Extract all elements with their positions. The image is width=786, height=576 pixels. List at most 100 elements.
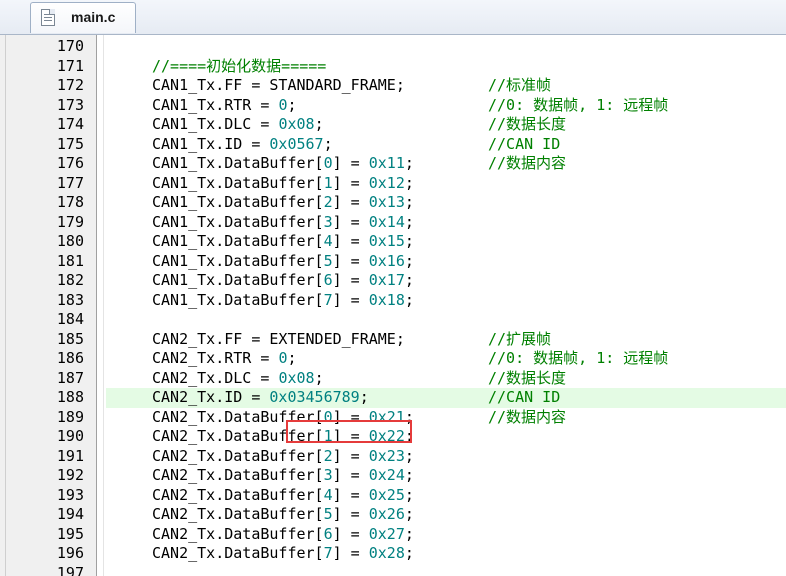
- code-line[interactable]: 190 CAN2_Tx.DataBuffer[1] = 0x22;: [0, 427, 786, 447]
- code-line[interactable]: 174 CAN1_Tx.DLC = 0x08; //数据长度: [0, 115, 786, 135]
- code-line[interactable]: 189 CAN2_Tx.DataBuffer[0] = 0x21; //数据内容: [0, 408, 786, 428]
- code-text: CAN2_Tx.FF = EXTENDED_FRAME;: [152, 330, 405, 350]
- code-line[interactable]: 181 CAN1_Tx.DataBuffer[5] = 0x16;: [0, 252, 786, 272]
- code-token: ] =: [332, 193, 369, 211]
- code-line[interactable]: 193 CAN2_Tx.DataBuffer[4] = 0x25;: [0, 486, 786, 506]
- code-line[interactable]: 178 CAN1_Tx.DataBuffer[2] = 0x13;: [0, 193, 786, 213]
- code-token: ;: [287, 349, 297, 367]
- code-line[interactable]: 180 CAN1_Tx.DataBuffer[4] = 0x15;: [0, 232, 786, 252]
- code-line[interactable]: 197: [0, 564, 786, 576]
- code-token: ] =: [332, 407, 369, 426]
- code-token: ] =: [332, 232, 369, 250]
- line-comment: //0: 数据帧, 1: 远程帧: [488, 95, 669, 114]
- code-text: CAN1_Tx.DLC = 0x08;: [152, 115, 324, 135]
- tab-label: main.c: [71, 9, 116, 25]
- code-token: CAN1_Tx.DataBuffer[: [152, 193, 324, 211]
- code-token: CAN1_Tx.DataBuffer[: [152, 212, 324, 231]
- code-token: ] =: [332, 485, 369, 504]
- numeric-literal: 0: [323, 154, 333, 172]
- code-editor[interactable]: 170 171 //====初始化数据===== 172 CAN1_Tx.FF = ST…: [0, 35, 786, 576]
- numeric-literal: 0x08: [278, 115, 315, 133]
- code-line[interactable]: 173 CAN1_Tx.RTR = 0; //0: 数据帧, 1: 远程帧: [0, 96, 786, 116]
- numeric-literal: 0x14: [368, 212, 405, 231]
- code-text: CAN1_Tx.DataBuffer[6] = 0x17;: [152, 271, 414, 291]
- code-text: CAN2_Tx.DataBuffer[7] = 0x28;: [152, 544, 414, 564]
- code-line[interactable]: 192 CAN2_Tx.DataBuffer[3] = 0x24;: [0, 466, 786, 486]
- line-number: 182: [56, 271, 84, 289]
- code-token: ] =: [332, 544, 369, 562]
- code-text: CAN1_Tx.DataBuffer[4] = 0x15;: [152, 232, 414, 252]
- code-token: ;: [359, 388, 369, 406]
- code-token: ;: [404, 427, 414, 445]
- code-token: ;: [404, 466, 414, 484]
- numeric-literal: 7: [323, 544, 333, 562]
- numeric-literal: 5: [323, 505, 333, 523]
- code-token: ;: [404, 173, 414, 192]
- code-text: CAN1_Tx.FF = STANDARD_FRAME;: [152, 76, 405, 96]
- code-line[interactable]: 176 CAN1_Tx.DataBuffer[0] = 0x11; //数据内容: [0, 154, 786, 174]
- code-token: ;: [404, 232, 414, 250]
- code-token: CAN1_Tx.ID =: [152, 134, 270, 153]
- line-comment: //数据内容: [488, 407, 567, 426]
- code-line[interactable]: 196 CAN2_Tx.DataBuffer[7] = 0x28;: [0, 544, 786, 564]
- code-text: CAN1_Tx.DataBuffer[0] = 0x11;: [152, 154, 414, 174]
- numeric-literal: 0: [323, 407, 333, 426]
- line-number: 172: [56, 76, 84, 94]
- code-token: ;: [404, 290, 414, 309]
- code-line[interactable]: 175 CAN1_Tx.ID = 0x0567; //CAN ID: [0, 135, 786, 155]
- code-line[interactable]: 186 CAN2_Tx.RTR = 0; //0: 数据帧, 1: 远程帧: [0, 349, 786, 369]
- code-line-current[interactable]: 188 CAN2_Tx.ID = 0x03456789; //CAN ID: [0, 388, 786, 408]
- code-token: CAN2_Tx.DataBuffer[: [152, 427, 324, 445]
- code-token: ;: [404, 251, 414, 270]
- line-number: 193: [56, 485, 84, 504]
- line-number: 190: [56, 427, 84, 445]
- numeric-literal: 0x18: [368, 290, 405, 309]
- code-token: ] =: [332, 427, 369, 445]
- numeric-literal: 3: [323, 212, 333, 231]
- code-token: ] =: [332, 524, 369, 543]
- code-text: CAN2_Tx.ID = 0x03456789;: [152, 388, 369, 408]
- code-line[interactable]: 182 CAN1_Tx.DataBuffer[6] = 0x17;: [0, 271, 786, 291]
- code-text: CAN1_Tx.DataBuffer[1] = 0x12;: [152, 174, 414, 194]
- code-line[interactable]: 185 CAN2_Tx.FF = EXTENDED_FRAME; //扩展帧: [0, 330, 786, 350]
- code-text: CAN1_Tx.DataBuffer[2] = 0x13;: [152, 193, 414, 213]
- code-token: ;: [404, 407, 414, 426]
- code-token: CAN2_Tx.DataBuffer[: [152, 407, 324, 426]
- code-token: CAN2_Tx.RTR =: [152, 349, 279, 367]
- numeric-literal: 2: [323, 446, 333, 465]
- code-line[interactable]: 184: [0, 310, 786, 330]
- code-line[interactable]: 183 CAN1_Tx.DataBuffer[7] = 0x18;: [0, 291, 786, 311]
- code-line[interactable]: 177 CAN1_Tx.DataBuffer[1] = 0x12;: [0, 174, 786, 194]
- line-comment: //标准帧: [488, 76, 552, 94]
- code-token: ;: [404, 271, 414, 289]
- code-token: ;: [404, 485, 414, 504]
- line-number: 178: [56, 193, 84, 211]
- code-token: ;: [314, 368, 324, 387]
- line-number: 192: [56, 466, 84, 484]
- code-token: CAN2_Tx.DLC =: [152, 368, 279, 387]
- code-line[interactable]: 170: [0, 37, 786, 57]
- numeric-literal: 0x26: [368, 505, 405, 523]
- code-line[interactable]: 194 CAN2_Tx.DataBuffer[5] = 0x26;: [0, 505, 786, 525]
- code-text: //====初始化数据=====: [152, 57, 326, 77]
- numeric-literal: 4: [323, 232, 333, 250]
- line-comment: //CAN ID: [488, 134, 561, 153]
- tab-main-c[interactable]: main.c: [30, 2, 136, 33]
- numeric-literal: 4: [323, 485, 333, 504]
- numeric-literal: 0x11: [368, 154, 405, 172]
- code-token: CAN2_Tx.DataBuffer[: [152, 505, 324, 523]
- code-line[interactable]: 179 CAN1_Tx.DataBuffer[3] = 0x14;: [0, 213, 786, 233]
- code-line[interactable]: 172 CAN1_Tx.FF = STANDARD_FRAME; //标准帧: [0, 76, 786, 96]
- code-text: CAN2_Tx.DataBuffer[4] = 0x25;: [152, 486, 414, 506]
- numeric-literal: 7: [323, 290, 333, 309]
- code-line[interactable]: 191 CAN2_Tx.DataBuffer[2] = 0x23;: [0, 447, 786, 467]
- code-line[interactable]: 195 CAN2_Tx.DataBuffer[6] = 0x27;: [0, 525, 786, 545]
- code-line[interactable]: 187 CAN2_Tx.DLC = 0x08; //数据长度: [0, 369, 786, 389]
- numeric-literal: 0x27: [368, 524, 405, 543]
- code-token: CAN1_Tx.RTR =: [152, 95, 279, 114]
- code-token: ;: [404, 212, 414, 231]
- line-number: 171: [56, 56, 84, 75]
- numeric-literal: 2: [323, 193, 333, 211]
- code-line[interactable]: 171 //====初始化数据=====: [0, 57, 786, 77]
- line-number: 170: [56, 37, 84, 55]
